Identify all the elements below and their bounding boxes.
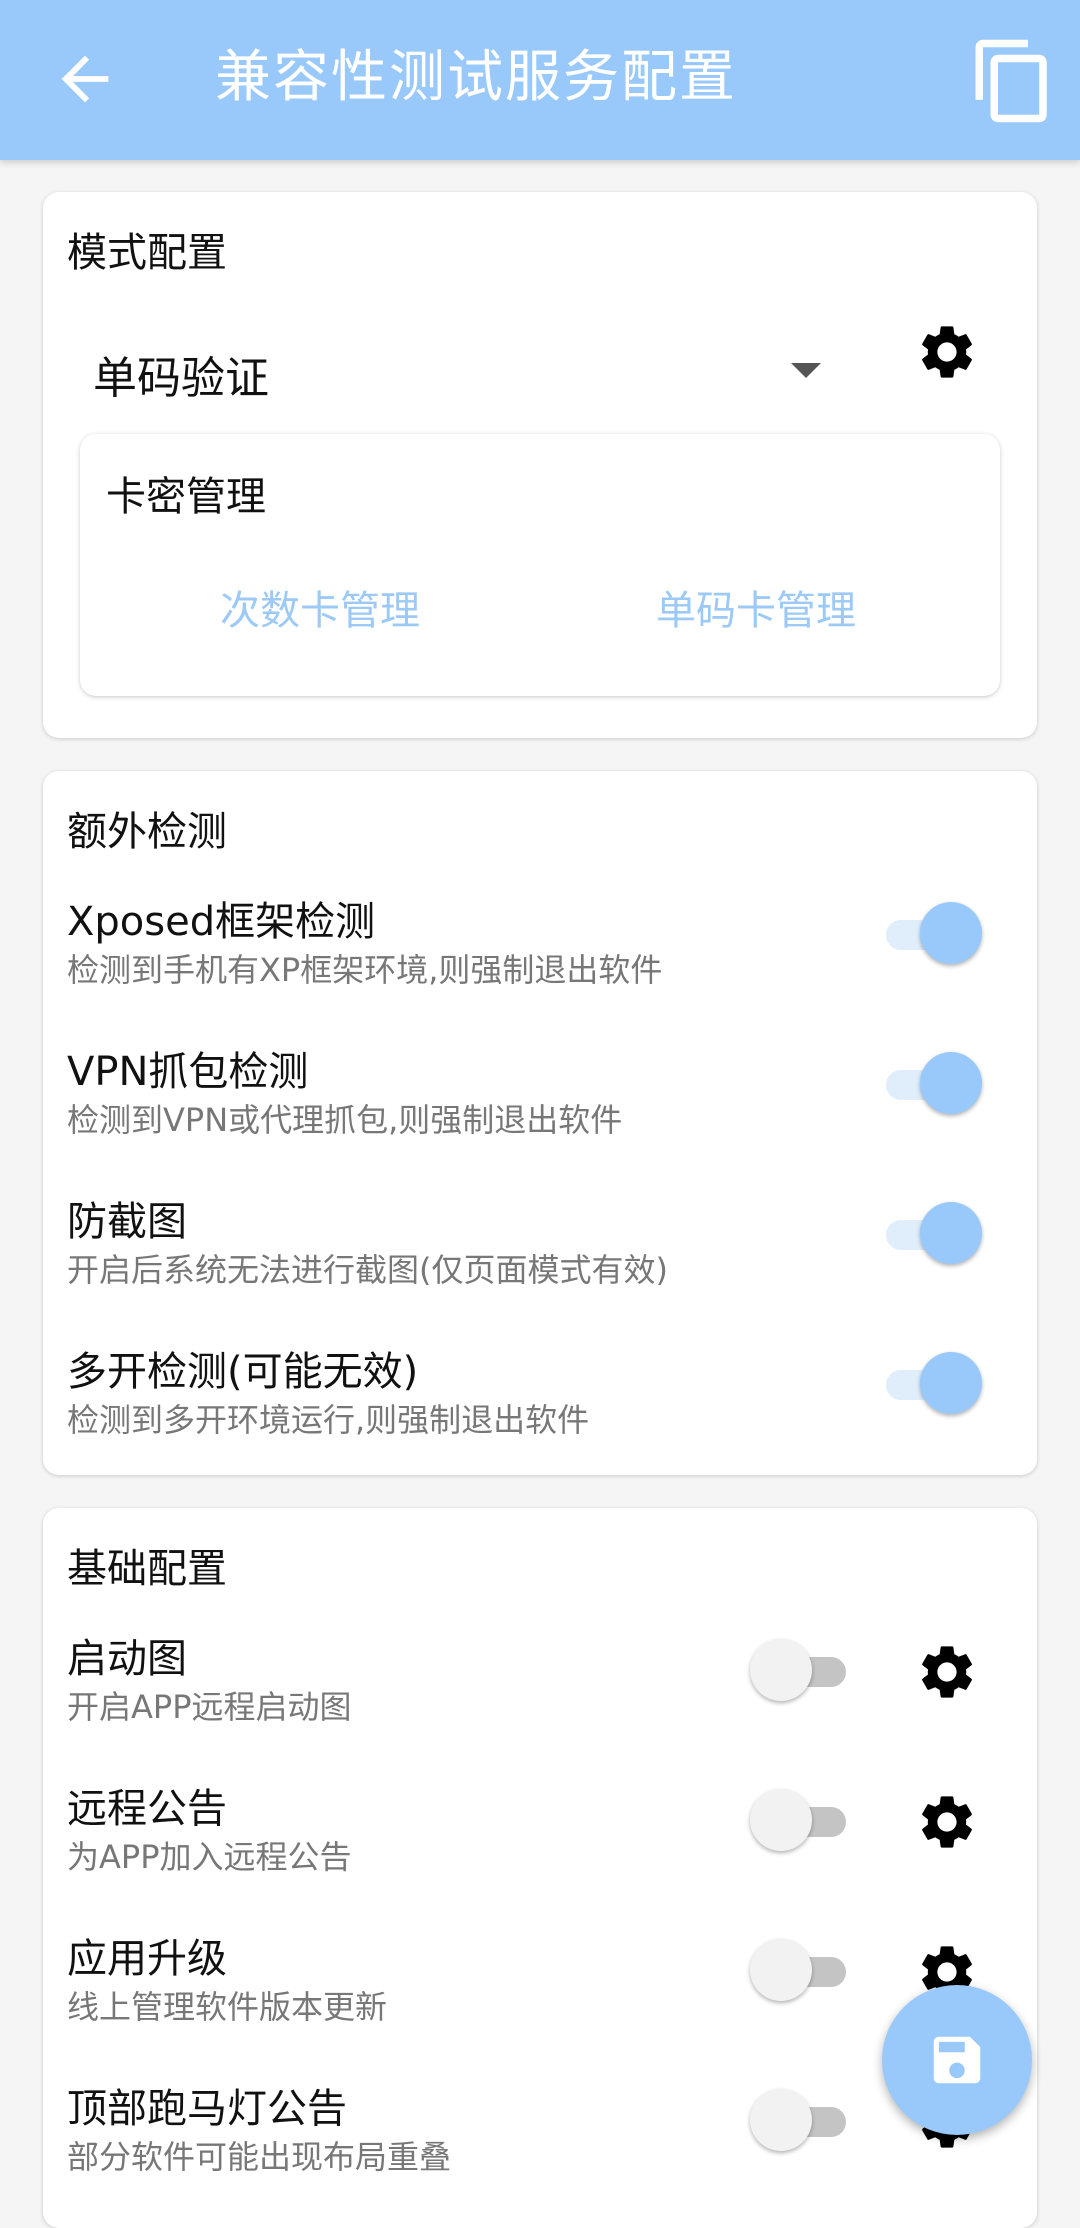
extra-detection-title: 额外检测 <box>67 809 227 855</box>
save-button[interactable] <box>882 1985 1032 2135</box>
app-bar: 兼容性测试服务配置 <box>0 0 1080 160</box>
vpn-detection-title: VPN抓包检测 <box>67 1049 309 1095</box>
chevron-down-icon[interactable] <box>791 363 821 378</box>
multi-open-detection-title: 多开检测(可能无效) <box>67 1349 419 1395</box>
anti-screenshot-switch[interactable] <box>872 1202 982 1266</box>
splash-image-switch[interactable] <box>750 1639 860 1703</box>
vpn-detection-subtitle: 检测到VPN或代理抓包,则强制退出软件 <box>67 1101 623 1139</box>
remote-notice-switch[interactable] <box>750 1789 860 1853</box>
marquee-notice-switch[interactable] <box>750 2089 860 2153</box>
app-upgrade-subtitle: 线上管理软件版本更新 <box>67 1988 388 2026</box>
xposed-detection-switch[interactable] <box>872 902 982 966</box>
splash-image-subtitle: 开启APP远程启动图 <box>67 1688 352 1726</box>
save-icon <box>933 2036 981 2084</box>
basic-config-card: 基础配置 启动图 开启APP远程启动图 远程公告 为APP加入远程公告 应用升级… <box>43 1508 1037 2228</box>
xposed-detection-title: Xposed框架检测 <box>67 899 376 945</box>
marquee-notice-subtitle: 部分软件可能出现布局重叠 <box>67 2138 452 2176</box>
page-title: 兼容性测试服务配置 <box>215 45 737 110</box>
mode-config-card: 模式配置 单码验证 卡密管理 次数卡管理 单码卡管理 <box>43 192 1037 738</box>
mode-config-title: 模式配置 <box>67 230 227 276</box>
arrow-back-icon[interactable] <box>50 44 120 114</box>
mode-dropdown[interactable]: 单码验证 <box>93 342 269 406</box>
gear-icon[interactable] <box>915 1640 979 1704</box>
count-card-management-button[interactable]: 次数卡管理 <box>220 578 420 636</box>
app-upgrade-title: 应用升级 <box>67 1936 227 1982</box>
copy-icon[interactable] <box>968 36 1058 126</box>
multi-open-detection-subtitle: 检测到多开环境运行,则强制退出软件 <box>67 1401 590 1439</box>
anti-screenshot-title: 防截图 <box>67 1199 187 1245</box>
remote-notice-subtitle: 为APP加入远程公告 <box>67 1838 352 1876</box>
marquee-notice-title: 顶部跑马灯公告 <box>67 2086 347 2132</box>
remote-notice-title: 远程公告 <box>67 1786 227 1832</box>
extra-detection-card: 额外检测 Xposed框架检测 检测到手机有XP框架环境,则强制退出软件 VPN… <box>43 771 1037 1475</box>
app-upgrade-switch[interactable] <box>750 1939 860 2003</box>
gear-icon[interactable] <box>915 1790 979 1854</box>
single-card-management-button[interactable]: 单码卡管理 <box>656 578 856 636</box>
multi-open-detection-switch[interactable] <box>872 1352 982 1416</box>
basic-config-title: 基础配置 <box>67 1546 227 1592</box>
gear-icon[interactable] <box>915 320 979 384</box>
vpn-detection-switch[interactable] <box>872 1052 982 1116</box>
splash-image-title: 启动图 <box>67 1636 187 1682</box>
card-management-panel: 卡密管理 次数卡管理 单码卡管理 <box>80 434 1000 696</box>
card-management-title: 卡密管理 <box>106 474 266 520</box>
xposed-detection-subtitle: 检测到手机有XP框架环境,则强制退出软件 <box>67 951 663 989</box>
anti-screenshot-subtitle: 开启后系统无法进行截图(仅页面模式有效) <box>67 1251 668 1289</box>
